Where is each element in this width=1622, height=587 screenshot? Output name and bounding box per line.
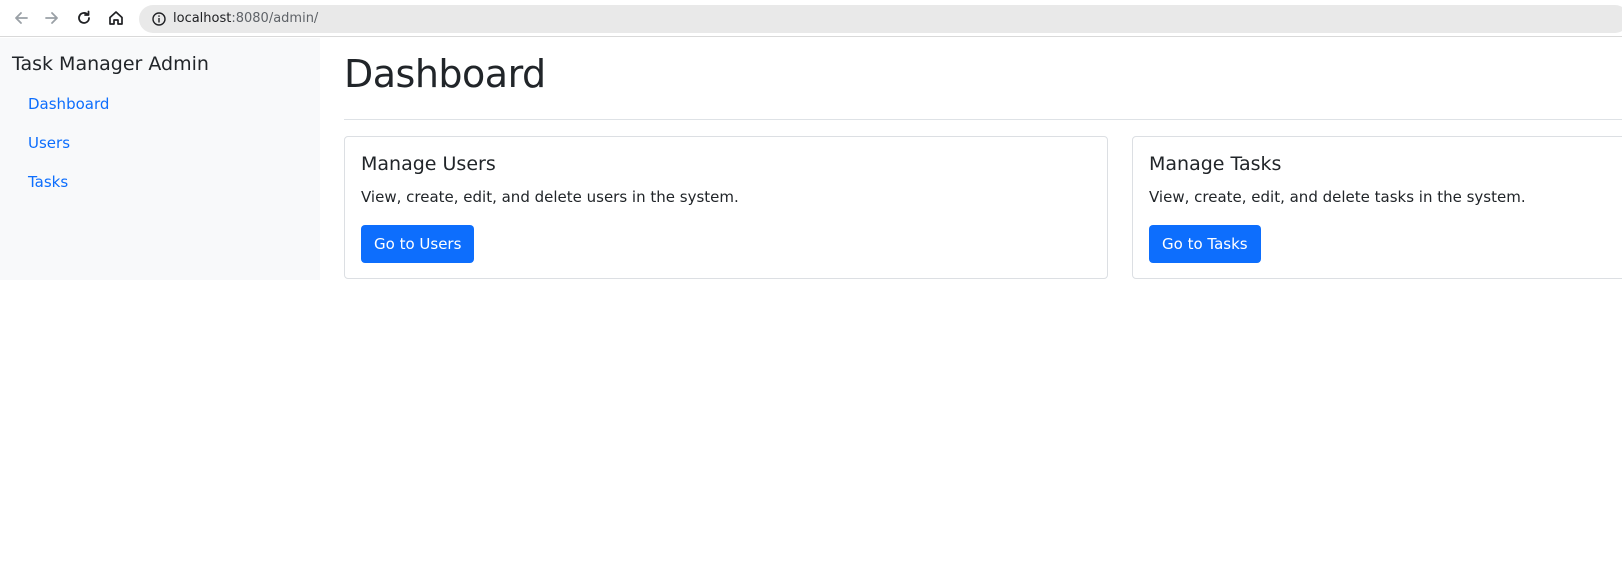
sidebar-title: Task Manager Admin <box>12 53 209 75</box>
card-text: View, create, edit, and delete tasks in … <box>1149 188 1526 206</box>
browser-toolbar: localhost:8080/admin/ <box>0 0 1622 37</box>
go-to-tasks-button[interactable]: Go to Tasks <box>1149 225 1261 263</box>
sidebar: Task Manager Admin Dashboard Users Tasks <box>0 38 320 280</box>
manage-tasks-card: Manage Tasks View, create, edit, and del… <box>1132 136 1622 279</box>
info-icon[interactable] <box>151 11 167 27</box>
reload-icon[interactable] <box>72 6 96 30</box>
url-text: localhost:8080/admin/ <box>173 11 318 27</box>
back-arrow-icon[interactable] <box>9 6 33 30</box>
go-to-users-button[interactable]: Go to Users <box>361 225 475 263</box>
sidebar-item-dashboard[interactable]: Dashboard <box>28 95 109 113</box>
manage-users-card: Manage Users View, create, edit, and del… <box>344 136 1108 279</box>
forward-arrow-icon[interactable] <box>40 6 64 30</box>
sidebar-item-tasks[interactable]: Tasks <box>28 173 68 191</box>
title-divider <box>344 119 1622 120</box>
url-host: localhost <box>173 11 232 26</box>
card-text: View, create, edit, and delete users in … <box>361 188 739 206</box>
page-title: Dashboard <box>344 52 546 96</box>
url-path: :8080/admin/ <box>231 11 319 26</box>
home-icon[interactable] <box>104 6 128 30</box>
address-bar[interactable]: localhost:8080/admin/ <box>139 5 1622 33</box>
sidebar-item-users[interactable]: Users <box>28 134 70 152</box>
card-title: Manage Tasks <box>1149 153 1282 175</box>
card-title: Manage Users <box>361 153 496 175</box>
